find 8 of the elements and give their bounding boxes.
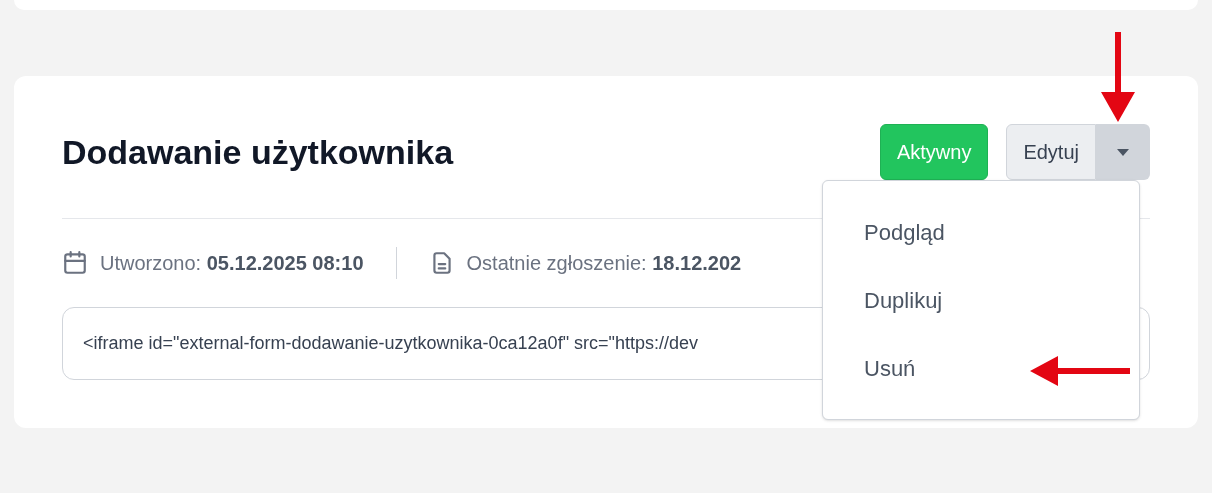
caret-icon	[1117, 148, 1129, 156]
meta-text: Utworzono: 05.12.2025 08:10	[100, 251, 364, 276]
meta-text: Ostatnie zgłoszenie: 18.12.202	[466, 251, 742, 276]
calendar-icon	[62, 250, 88, 276]
edit-button[interactable]: Edytuj	[1006, 124, 1096, 180]
menu-item[interactable]: Podgląd	[864, 209, 945, 255]
dropdown-toggle[interactable]	[1096, 124, 1150, 180]
form-title: Dodawanie użytkownika	[62, 131, 454, 173]
